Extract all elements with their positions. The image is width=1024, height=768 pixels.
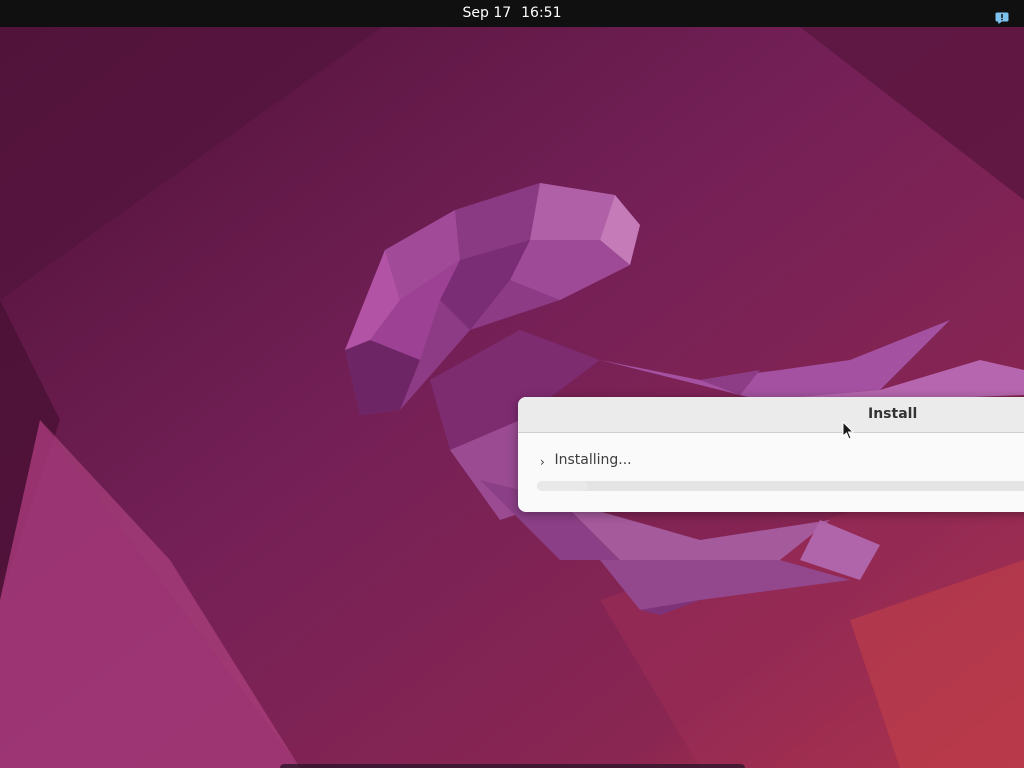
desktop: Sep 17 16:51 Install › Installing... xyxy=(0,0,1024,768)
dock[interactable] xyxy=(280,764,745,768)
install-dialog: Install › Installing... xyxy=(518,397,1024,512)
dialog-title: Install xyxy=(868,406,918,422)
dialog-header[interactable]: Install xyxy=(518,397,1024,433)
mouse-pointer-icon xyxy=(842,421,854,440)
status-label: Installing... xyxy=(554,452,632,468)
clock-date: Sep 17 xyxy=(462,5,512,21)
progress-bar-fill xyxy=(537,481,588,491)
notification-icon[interactable] xyxy=(995,12,1009,24)
progress-bar xyxy=(537,481,1024,491)
details-expander[interactable]: › Installing... xyxy=(540,452,632,472)
top-bar: Sep 17 16:51 xyxy=(0,0,1024,27)
expander-arrow-icon: › xyxy=(540,455,545,469)
clock[interactable]: Sep 17 16:51 xyxy=(0,0,1024,27)
wallpaper-jellyfish xyxy=(0,0,1024,768)
clock-time: 16:51 xyxy=(521,5,562,21)
